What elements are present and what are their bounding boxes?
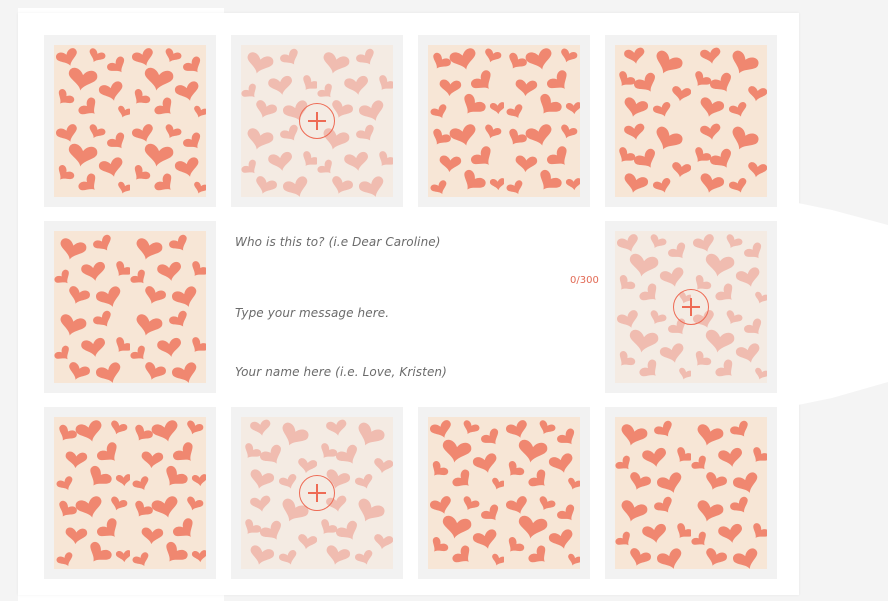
add-photo-icon[interactable] — [673, 289, 709, 325]
card-side-flap — [798, 203, 888, 405]
hearts-pattern — [54, 45, 206, 197]
photo-tile-empty[interactable] — [231, 35, 403, 207]
message-textarea[interactable]: Type your message here. — [235, 306, 389, 320]
hearts-pattern — [615, 45, 767, 197]
photo-tile[interactable] — [44, 35, 216, 207]
photo-tile[interactable] — [418, 407, 590, 579]
add-photo-icon[interactable] — [299, 475, 335, 511]
hearts-pattern — [428, 417, 580, 569]
hearts-pattern — [615, 417, 767, 569]
hearts-pattern — [428, 45, 580, 197]
character-counter: 0/300 — [570, 275, 599, 286]
photo-tile[interactable] — [418, 35, 590, 207]
photo-tile[interactable] — [44, 221, 216, 393]
photo-tile-empty[interactable] — [605, 221, 777, 393]
photo-tile-empty[interactable] — [231, 407, 403, 579]
add-photo-icon[interactable] — [299, 103, 335, 139]
photo-tile[interactable] — [605, 407, 777, 579]
photo-tile[interactable] — [605, 35, 777, 207]
sender-name-input[interactable]: Your name here (i.e. Love, Kristen) — [235, 365, 447, 379]
recipient-input[interactable]: Who is this to? (i.e Dear Caroline) — [235, 235, 441, 249]
photo-tile[interactable] — [44, 407, 216, 579]
hearts-pattern — [54, 417, 206, 569]
hearts-pattern — [54, 231, 206, 383]
